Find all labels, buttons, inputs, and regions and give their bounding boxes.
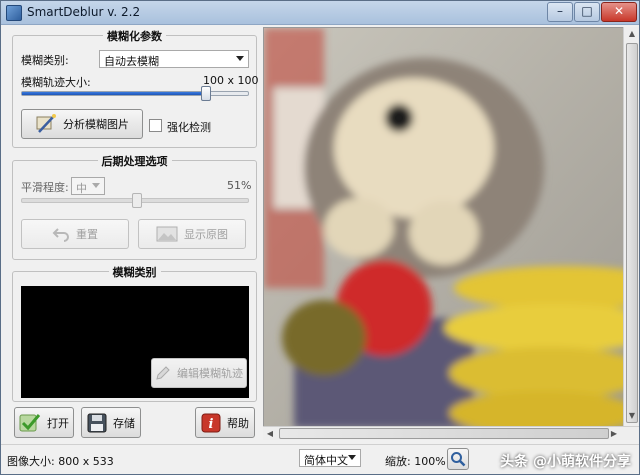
smooth-level-value: 中 (76, 182, 87, 195)
magnifier-icon (451, 452, 466, 467)
horizontal-scroll-thumb[interactable] (279, 428, 609, 439)
info-icon: i (201, 413, 221, 432)
blur-kind-title: 模糊类别 (108, 266, 161, 279)
blur-params-title: 模糊化参数 (103, 30, 166, 43)
scroll-left-arrow[interactable]: ◀ (263, 427, 277, 441)
watermark-text: 头条 @小萌软件分享 (500, 454, 631, 470)
minimize-button[interactable]: – (547, 2, 573, 22)
save-label: 存储 (113, 416, 135, 430)
help-label: 帮助 (227, 416, 249, 430)
undo-icon (52, 228, 69, 242)
blur-kind-group: 模糊类别 编辑模糊轨迹 (12, 266, 257, 402)
chevron-down-icon (236, 56, 244, 61)
show-original-button[interactable]: 显示原图 (138, 219, 246, 249)
blur-type-label: 模糊类别: (21, 54, 69, 67)
app-icon (6, 5, 22, 21)
help-button[interactable]: i 帮助 (195, 407, 255, 438)
pencil-icon (156, 366, 170, 380)
zoom-button[interactable] (447, 448, 469, 470)
enhance-detection-checkbox[interactable] (149, 119, 162, 132)
track-size-slider-thumb[interactable] (201, 86, 211, 101)
floppy-icon (87, 413, 107, 432)
reset-label: 重置 (76, 228, 98, 241)
open-label: 打开 (47, 416, 69, 430)
wand-icon (36, 114, 56, 133)
edit-blur-track-label: 编辑模糊轨迹 (177, 367, 243, 380)
edit-blur-track-button[interactable]: 编辑模糊轨迹 (151, 358, 247, 388)
open-button[interactable]: 打开 (14, 407, 74, 438)
analyze-blur-button[interactable]: 分析模糊图片 (21, 109, 143, 139)
zoom-label: 缩放: 100% (385, 455, 446, 468)
analyze-blur-label: 分析模糊图片 (63, 118, 129, 131)
language-select[interactable]: 简体中文 (299, 449, 361, 467)
window-title: SmartDeblur v. 2.2 (27, 5, 141, 19)
blur-type-value: 自动去模糊 (104, 55, 159, 68)
post-process-title: 后期处理选项 (97, 155, 172, 168)
track-size-readout: 100 x 100 (203, 74, 259, 87)
chevron-down-icon (348, 455, 356, 460)
track-size-slider[interactable] (21, 86, 249, 101)
smooth-label: 平滑程度: (21, 181, 69, 194)
horizontal-scrollbar[interactable]: ◀ ▶ (263, 426, 639, 440)
title-bar[interactable]: SmartDeblur v. 2.2 – □ ✕ (1, 1, 639, 25)
smooth-slider[interactable] (21, 193, 249, 208)
vertical-scroll-thumb[interactable] (626, 43, 638, 423)
post-process-group: 后期处理选项 平滑程度: 中 51% 重置 显示原图 (12, 155, 257, 260)
blur-params-group: 模糊化参数 模糊类别: 自动去模糊 模糊轨迹大小: 100 x 100 分析模糊… (12, 30, 259, 148)
scroll-right-arrow[interactable]: ▶ (607, 427, 621, 441)
blur-type-select[interactable]: 自动去模糊 (99, 50, 249, 68)
image-icon (156, 226, 178, 242)
vertical-scrollbar[interactable]: ▲ ▼ (623, 27, 639, 438)
track-size-slider-fill (22, 92, 206, 95)
show-original-label: 显示原图 (184, 228, 228, 241)
smooth-percent: 51% (227, 179, 252, 192)
scroll-up-arrow[interactable]: ▲ (625, 27, 639, 41)
smooth-level-select[interactable]: 中 (71, 177, 105, 195)
image-size-text: 图像大小: 800 x 533 (7, 455, 114, 468)
scroll-down-arrow[interactable]: ▼ (625, 409, 639, 423)
language-value: 简体中文 (304, 454, 348, 467)
chevron-down-icon (92, 183, 100, 188)
svg-text:i: i (209, 417, 214, 432)
track-size-x: x (227, 74, 235, 87)
track-size-label: 模糊轨迹大小: (21, 76, 91, 89)
enhance-detection-label: 强化检测 (167, 121, 211, 134)
blurred-photo (264, 28, 638, 437)
reset-button[interactable]: 重置 (21, 219, 129, 249)
checkmark-icon (19, 413, 41, 431)
app-window: SmartDeblur v. 2.2 – □ ✕ 模糊化参数 模糊类别: 自动去… (0, 0, 640, 475)
save-button[interactable]: 存储 (81, 407, 141, 438)
maximize-button[interactable]: □ (574, 2, 600, 22)
track-size-h: 100 (237, 74, 259, 87)
status-bar: 图像大小: 800 x 533 简体中文 缩放: 100% 头条 @小萌软件分享 (1, 444, 639, 474)
smooth-slider-thumb[interactable] (132, 193, 142, 208)
close-button[interactable]: ✕ (601, 2, 637, 22)
image-canvas[interactable] (263, 27, 639, 438)
